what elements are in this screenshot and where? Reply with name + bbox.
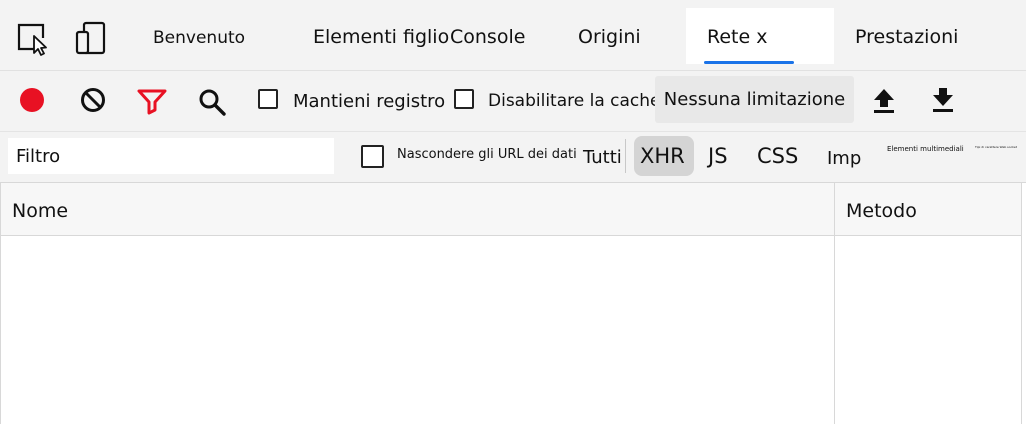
throttling-select[interactable]: Nessuna limitazione xyxy=(655,76,854,123)
column-divider[interactable] xyxy=(834,183,835,424)
type-filter-all[interactable]: Tutti xyxy=(583,147,622,168)
clear-icon[interactable] xyxy=(80,87,106,113)
tab-console[interactable]: Console xyxy=(450,26,525,48)
disable-cache-label: Disabilitare la cache xyxy=(488,91,661,111)
column-header-name[interactable]: Nome xyxy=(12,200,68,222)
tab-network[interactable]: Rete x xyxy=(707,26,767,48)
type-filter-separator xyxy=(625,139,626,173)
preserve-log-checkbox[interactable] xyxy=(258,89,278,109)
upload-icon[interactable] xyxy=(871,87,897,115)
filter-icon[interactable] xyxy=(136,87,168,115)
hide-data-urls-checkbox[interactable] xyxy=(361,145,384,168)
type-filter-media[interactable]: Elementi multimediali xyxy=(887,145,964,153)
type-filter-js[interactable]: JS xyxy=(708,144,728,168)
hide-data-urls-label: Nascondere gli URL dei dati xyxy=(397,147,577,162)
column-header-method[interactable]: Metodo xyxy=(846,200,917,222)
tab-welcome[interactable]: Benvenuto xyxy=(153,28,245,48)
tab-sources[interactable]: Origini xyxy=(578,26,641,48)
tab-elements[interactable]: Elementi figlio xyxy=(313,26,449,48)
search-icon[interactable] xyxy=(197,87,227,117)
tab-performance[interactable]: Prestazioni xyxy=(855,26,958,48)
download-icon[interactable] xyxy=(930,86,956,114)
tab-active-indicator xyxy=(704,61,794,64)
preserve-log-label: Mantieni registro xyxy=(293,91,446,112)
filter-input[interactable] xyxy=(8,138,334,174)
inspect-icon[interactable] xyxy=(14,20,50,56)
record-icon[interactable] xyxy=(19,87,45,113)
disable-cache-checkbox[interactable] xyxy=(454,89,474,109)
device-toggle-icon[interactable] xyxy=(74,20,110,56)
type-filter-font-websocket[interactable]: Tipi di carattere Web socket xyxy=(975,145,1017,149)
type-filter-img[interactable]: Imp xyxy=(827,148,861,169)
table-right-border xyxy=(1021,183,1022,424)
table-left-border xyxy=(0,236,1,424)
type-filter-css[interactable]: CSS xyxy=(757,144,798,168)
type-filter-xhr[interactable]: XHR xyxy=(640,144,685,168)
